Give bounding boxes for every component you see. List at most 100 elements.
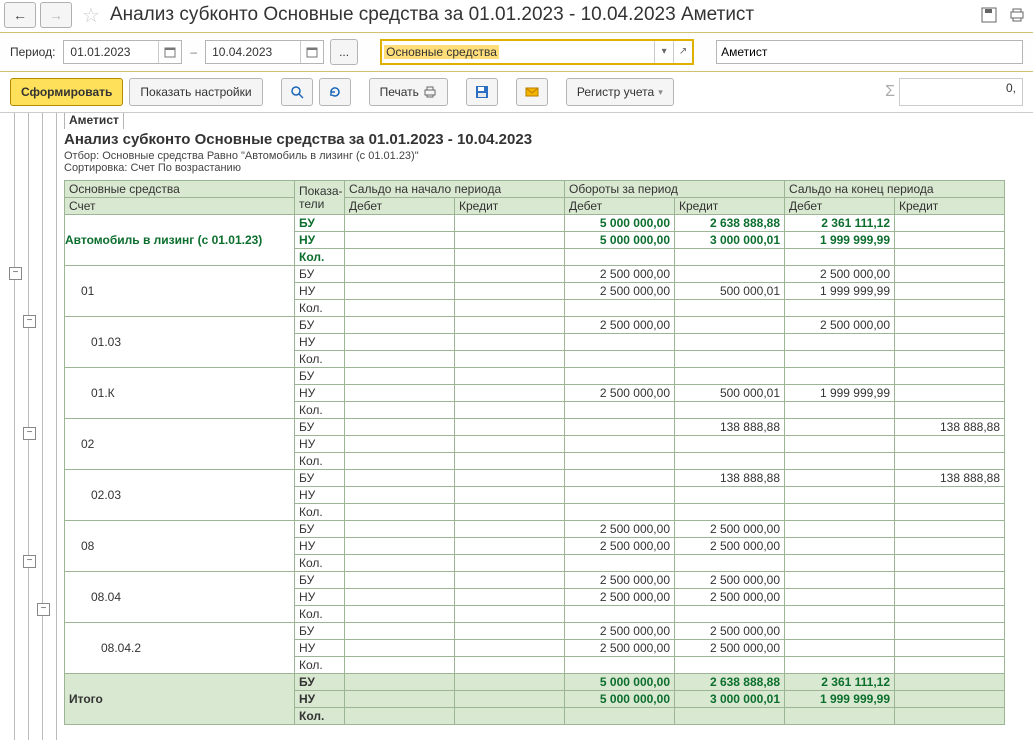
value-cell: [675, 453, 785, 470]
value-cell: [455, 623, 565, 640]
value-cell: [345, 657, 455, 674]
value-cell: [895, 317, 1005, 334]
value-cell: [455, 657, 565, 674]
outline-toggle[interactable]: −: [23, 427, 36, 440]
calendar-to-icon[interactable]: [300, 41, 323, 63]
indicator-cell: НУ: [295, 487, 345, 504]
value-cell: 2 500 000,00: [565, 385, 675, 402]
value-cell: [675, 504, 785, 521]
print-button[interactable]: Печать: [369, 78, 448, 106]
value-cell: [565, 300, 675, 317]
value-cell: [785, 453, 895, 470]
calendar-from-icon[interactable]: [158, 41, 181, 63]
value-cell: [895, 589, 1005, 606]
sigma-icon: Σ: [885, 83, 895, 101]
value-cell: 2 500 000,00: [675, 623, 785, 640]
value-cell: [785, 708, 895, 725]
value-cell: [895, 555, 1005, 572]
value-cell: [455, 368, 565, 385]
indicator-cell: Кол.: [295, 300, 345, 317]
save-button[interactable]: [466, 78, 498, 106]
date-to-input[interactable]: [206, 43, 300, 61]
value-cell: [455, 589, 565, 606]
value-cell: [895, 640, 1005, 657]
outline-toggle[interactable]: −: [37, 603, 50, 616]
value-cell: [345, 402, 455, 419]
value-cell: [785, 436, 895, 453]
date-from-box[interactable]: [63, 40, 182, 64]
value-cell: [455, 266, 565, 283]
value-cell: [455, 249, 565, 266]
value-cell: [345, 708, 455, 725]
row-name: Автомобиль в лизинг (с 01.01.23): [65, 215, 295, 266]
outline-toggle[interactable]: −: [23, 315, 36, 328]
value-cell: [565, 504, 675, 521]
value-cell: [675, 555, 785, 572]
value-cell: [565, 368, 675, 385]
indicator-cell: БУ: [295, 674, 345, 691]
value-cell: [785, 402, 895, 419]
value-cell: [895, 504, 1005, 521]
outline-toggle[interactable]: −: [23, 555, 36, 568]
date-from-input[interactable]: [64, 43, 158, 61]
value-cell: 2 500 000,00: [675, 572, 785, 589]
nav-fwd-button[interactable]: →: [40, 2, 72, 28]
value-cell: [345, 266, 455, 283]
value-cell: [895, 572, 1005, 589]
mail-button[interactable]: [516, 78, 548, 106]
value-cell: [895, 606, 1005, 623]
org-input[interactable]: [717, 43, 1022, 61]
value-cell: [345, 300, 455, 317]
value-cell: [895, 453, 1005, 470]
value-cell: 1 999 999,99: [785, 385, 895, 402]
value-cell: [345, 215, 455, 232]
nav-back-button[interactable]: ←: [4, 2, 36, 28]
value-cell: [785, 249, 895, 266]
favorite-star-icon[interactable]: ☆: [82, 3, 100, 28]
subconto-open-icon[interactable]: ↗: [673, 41, 692, 63]
print-icon[interactable]: [1005, 4, 1029, 26]
value-cell: [675, 487, 785, 504]
indicator-cell: НУ: [295, 283, 345, 300]
value-cell: 2 500 000,00: [565, 640, 675, 657]
value-cell: 5 000 000,00: [565, 691, 675, 708]
value-cell: [345, 317, 455, 334]
value-cell: 2 500 000,00: [675, 521, 785, 538]
row-name: 08: [65, 521, 295, 572]
value-cell: [345, 487, 455, 504]
value-cell: 500 000,01: [675, 283, 785, 300]
indicator-cell: НУ: [295, 385, 345, 402]
subconto-combo[interactable]: Основные средства ▾ ↗: [380, 39, 694, 65]
table-row: 08.04.2БУ2 500 000,002 500 000,00: [65, 623, 1005, 640]
value-cell: [455, 402, 565, 419]
subconto-dropdown-icon[interactable]: ▾: [654, 41, 673, 63]
value-cell: [675, 249, 785, 266]
find-button[interactable]: [281, 78, 313, 106]
register-button[interactable]: Регистр учета ▾: [566, 78, 674, 106]
save-disk-icon[interactable]: [977, 4, 1001, 26]
form-button[interactable]: Сформировать: [10, 78, 123, 106]
value-cell: 2 361 111,12: [785, 215, 895, 232]
hdr-begin-debit: Дебет: [345, 198, 455, 215]
indicator-cell: БУ: [295, 317, 345, 334]
value-cell: [455, 470, 565, 487]
row-name: 01.К: [65, 368, 295, 419]
value-cell: [895, 521, 1005, 538]
value-cell: [455, 300, 565, 317]
indicator-cell: НУ: [295, 640, 345, 657]
value-cell: [455, 419, 565, 436]
refresh-button[interactable]: [319, 78, 351, 106]
period-select-button[interactable]: ...: [330, 39, 358, 65]
value-cell: [565, 334, 675, 351]
indicator-cell: НУ: [295, 589, 345, 606]
table-row: 01.03БУ2 500 000,002 500 000,00: [65, 317, 1005, 334]
value-cell: [345, 606, 455, 623]
value-cell: [455, 283, 565, 300]
org-combo[interactable]: [716, 40, 1023, 64]
show-settings-button[interactable]: Показать настройки: [129, 78, 262, 106]
indicator-cell: Кол.: [295, 402, 345, 419]
value-cell: [565, 708, 675, 725]
outline-toggle[interactable]: −: [9, 267, 22, 280]
date-to-box[interactable]: [205, 40, 324, 64]
value-cell: [455, 436, 565, 453]
